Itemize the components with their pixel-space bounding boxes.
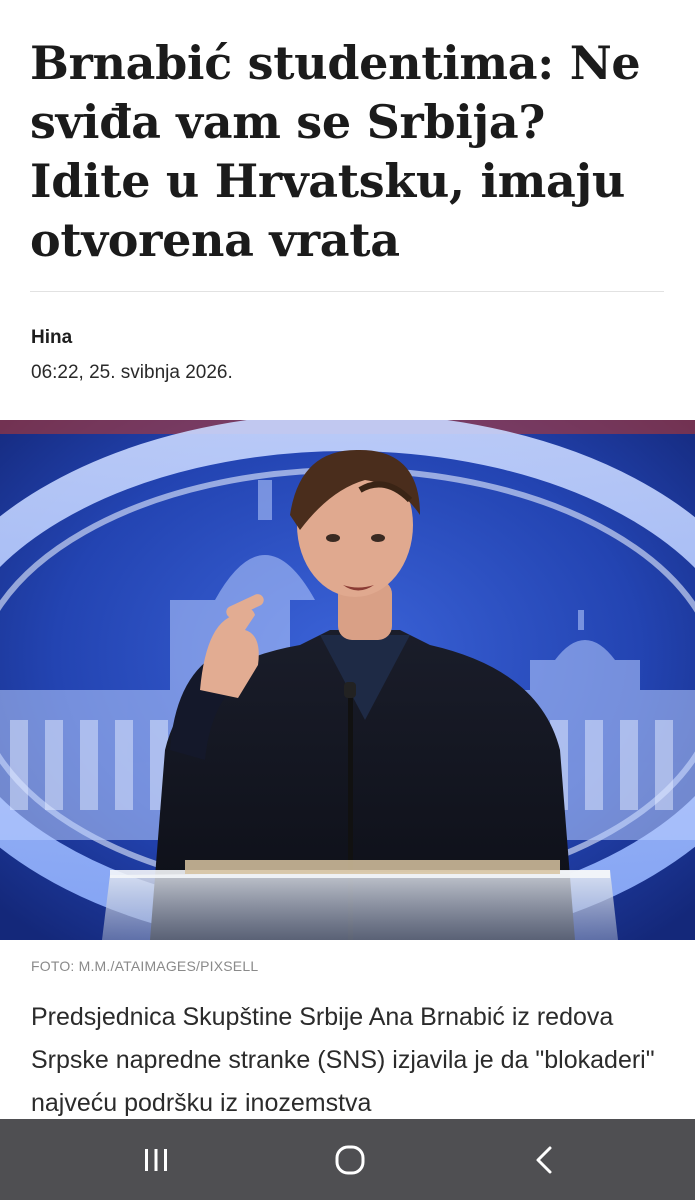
home-icon [335,1145,365,1174]
photo-caption: FOTO: M.M./ATAIMAGES/PIXSELL [31,958,259,974]
home-button[interactable] [290,1119,410,1200]
article-body: Predsjednica Skupštine Srbije Ana Brnabi… [31,1003,655,1117]
article-page: Brnabić studentima: Ne sviđa vam se Srbi… [0,0,695,1200]
article-photo[interactable] [0,420,695,940]
recents-icon [145,1148,167,1171]
article-headline: Brnabić studentima: Ne sviđa vam se Srbi… [30,36,641,267]
photo-illustration [0,420,695,940]
article-datetime: 06:22, 25. svibnja 2026. [31,362,233,383]
system-navigation-bar [0,1119,695,1200]
back-icon [536,1146,552,1173]
back-button[interactable] [485,1119,605,1200]
recents-button[interactable] [96,1119,216,1200]
divider [30,291,664,292]
article-author[interactable]: Hina [31,327,72,349]
